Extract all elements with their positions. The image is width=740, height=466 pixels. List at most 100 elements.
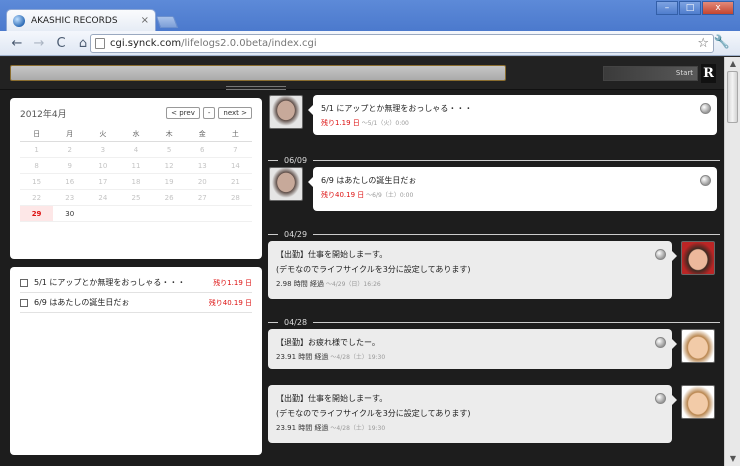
resize-grip[interactable] [226,86,286,90]
calendar-day[interactable]: 21 [218,174,252,190]
avatar[interactable] [681,385,715,419]
close-window-button[interactable]: x [702,1,734,15]
todo-checkbox[interactable] [20,278,28,287]
start-button[interactable]: Start [603,66,698,81]
status-dot-icon[interactable] [700,175,711,186]
calendar-day[interactable]: 9 [53,158,87,174]
calendar-day[interactable]: 3 [86,142,120,158]
bubble-tail [308,177,313,187]
calendar-day[interactable]: 17 [86,174,120,190]
maximize-button[interactable]: □ [679,1,701,15]
calendar-day[interactable]: 5 [152,142,186,158]
entry-text: 【出勤】仕事を開始しまーす。 [276,250,388,259]
calendar-day[interactable]: 12 [152,158,186,174]
avatar[interactable] [681,329,715,363]
calendar-day[interactable]: 29 [20,206,54,222]
calendar-day[interactable]: 30 [53,206,87,222]
address-bar[interactable]: cgi.synck.com/lifelogs2.0.0beta/index.cg… [90,34,714,53]
timeline-entry[interactable]: 【出勤】仕事を開始しまーす。 (デモなのでライフサイクルを3分に設定してあります)… [268,385,677,443]
calendar-day[interactable]: 25 [119,190,153,206]
weekday-label: 日 [20,126,54,142]
calendar-empty [185,206,219,222]
timeline-entry[interactable]: 5/1 にアップとか無理をおっしゃる・・・ 残り1.19 日 ～5/1（火）0:0… [308,95,717,135]
prev-month-button[interactable]: < prev [166,107,200,119]
timeline-entry[interactable]: 6/9 はあたしの誕生日だぉ 残り40.19 日 ～6/9（土）0:00 [308,167,717,211]
calendar-day[interactable]: 27 [185,190,219,206]
divider-line [313,233,720,235]
tab-close-icon[interactable]: × [141,15,149,26]
avatar[interactable] [269,95,303,129]
calendar-day[interactable]: 8 [20,158,54,174]
scroll-up-arrow-icon[interactable]: ▲ [725,57,740,71]
todo-text: 5/1 にアップとか無理をおっしゃる・・・ [34,278,186,287]
calendar-day[interactable]: 7 [218,142,252,158]
entry-text: 【退勤】お疲れ様でしたー。 [276,338,380,347]
calendar-day[interactable]: 2 [53,142,87,158]
calendar-day[interactable]: 18 [119,174,153,190]
timeline-entry[interactable]: 【出勤】仕事を開始しまーす。 (デモなのでライフサイクルを3分に設定してあります)… [268,241,677,299]
scroll-thumb[interactable] [727,71,738,123]
timeline-entry[interactable]: 【退勤】お疲れ様でしたー。 23.91 時間 経過 ～4/28（土）19:30 [268,329,677,369]
todo-checkbox[interactable] [20,298,28,307]
weekday-label: 金 [185,126,219,142]
url-text[interactable]: cgi.synck.com/lifelogs2.0.0beta/index.cg… [110,38,697,49]
url-host: cgi.synck.com [110,38,182,49]
calendar-day[interactable]: 1 [20,142,54,158]
entry-text: (デモなのでライフサイクルを3分に設定してあります) [276,265,471,274]
calendar-day[interactable]: 14 [218,158,252,174]
main-input[interactable] [10,65,506,81]
page-scrollbar[interactable]: ▲ ▼ [724,57,740,466]
app-topbar: Start R [0,57,724,90]
calendar-day[interactable]: 4 [119,142,153,158]
calendar-day[interactable]: 22 [20,190,54,206]
scroll-down-arrow-icon[interactable]: ▼ [725,452,740,466]
avatar[interactable] [269,167,303,201]
status-dot-icon[interactable] [655,393,666,404]
wrench-icon[interactable]: 🔧 [714,35,730,50]
calendar-day[interactable]: 20 [185,174,219,190]
bubble-tail [672,251,677,261]
calendar-day[interactable]: 24 [86,190,120,206]
status-dot-icon[interactable] [655,249,666,260]
bookmark-star-icon[interactable]: ☆ [697,36,709,51]
avatar[interactable] [681,241,715,275]
entry-date: ～5/1（火）0:00 [359,120,409,127]
reload-button[interactable]: C [50,33,72,53]
entry-text: (デモなのでライフサイクルを3分に設定してあります) [276,409,471,418]
browser-tab[interactable]: AKASHIC RECORDS × [6,9,156,31]
calendar-day[interactable]: 23 [53,190,87,206]
remaining-time: 残り1.19 日 [321,119,360,127]
calendar-day[interactable]: 19 [152,174,186,190]
status-dot-icon[interactable] [700,103,711,114]
calendar-day[interactable]: 26 [152,190,186,206]
calendar-empty [152,206,186,222]
calendar-grid: 日月火水木金土 1 2 3 4 5 6 7 8 9 10 11 12 13 14 15 16 17 18 19 20 21… [20,126,252,222]
forward-button[interactable]: → [28,33,50,53]
date-divider: 06/09 [268,155,720,165]
entry-date: ～4/28（土）19:30 [328,425,386,432]
todo-item[interactable]: 6/9 はあたしの誕生日だぉ 残り40.19 日 [20,293,252,313]
back-button[interactable]: ← [6,33,28,53]
divider-line [313,321,720,323]
weekday-label: 木 [152,126,186,142]
entry-text: 5/1 にアップとか無理をおっしゃる・・・ [321,104,473,113]
calendar-day[interactable]: 16 [53,174,87,190]
calendar-day[interactable]: 10 [86,158,120,174]
calendar-day[interactable]: 28 [218,190,252,206]
calendar-day[interactable]: 15 [20,174,54,190]
browser-chrome: AKASHIC RECORDS × – □ x ← → C ⌂ cgi.sync… [0,0,740,56]
calendar-panel: 2012年4月 < prev - next > 日月火水木金土123456789… [10,98,262,259]
calendar-header: 2012年4月 < prev - next > [20,104,252,122]
date-divider: 04/29 [268,229,720,239]
calendar-day[interactable]: 11 [119,158,153,174]
today-button[interactable]: - [202,107,216,119]
minimize-button[interactable]: – [656,1,678,15]
new-tab-button[interactable] [155,16,179,28]
todo-item[interactable]: 5/1 にアップとか無理をおっしゃる・・・ 残り1.19 日 [20,273,252,293]
calendar-day[interactable]: 13 [185,158,219,174]
entry-date: ～6/9（土）0:00 [364,192,414,199]
entry-date: ～4/28（土）19:30 [328,354,386,361]
next-month-button[interactable]: next > [218,107,252,119]
calendar-day[interactable]: 6 [185,142,219,158]
status-dot-icon[interactable] [655,337,666,348]
